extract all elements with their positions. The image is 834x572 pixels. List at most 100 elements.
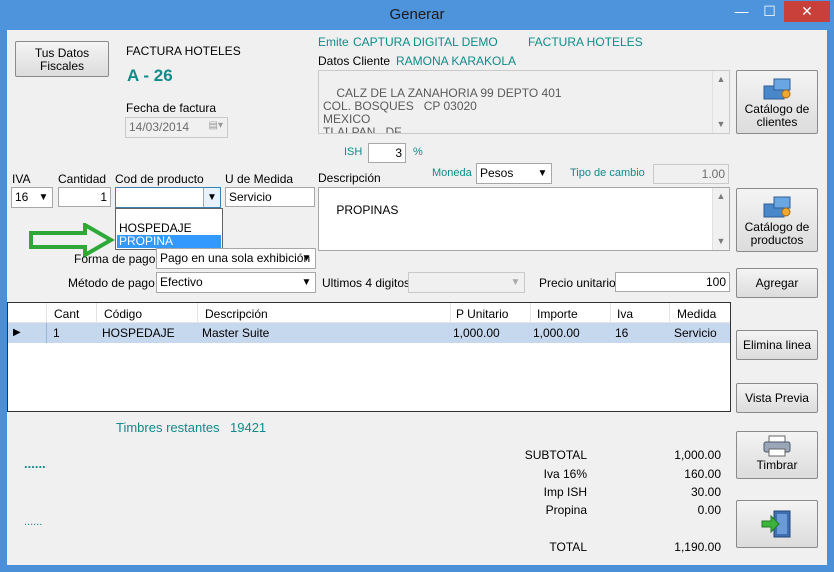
exit-button[interactable] xyxy=(736,500,818,548)
iva-total-label: Iva 16% xyxy=(543,467,587,481)
timbrar-label: Timbrar xyxy=(756,458,798,472)
cliente-nombre: RAMONA KARAKOLA xyxy=(396,54,517,68)
products-catalog-icon xyxy=(763,196,791,218)
clients-catalog-icon xyxy=(763,78,791,100)
tus-datos-fiscales-button[interactable]: Tus Datos Fiscales xyxy=(15,41,109,77)
precio-unitario-input[interactable]: 100 xyxy=(615,272,730,292)
propina-value: 0.00 xyxy=(697,503,721,517)
emite-label: Emite xyxy=(318,35,349,49)
col-descripcion[interactable]: Descripción xyxy=(205,307,268,321)
col-importe[interactable]: Importe xyxy=(537,307,578,321)
cliente-direccion: CALZ DE LA ZANAHORIA 99 DEPTO 401 COL. B… xyxy=(323,86,562,134)
emite-tipo: FACTURA HOTELES xyxy=(528,35,643,49)
cod-producto-dropdown: HOSPEDAJE PROPINA xyxy=(115,208,223,250)
window-title: Generar xyxy=(389,6,445,23)
row-marker-icon: ▶ xyxy=(13,327,21,338)
precio-unitario-label: Precio unitario xyxy=(539,276,616,290)
cliente-direccion-field[interactable]: CALZ DE LA ZANAHORIA 99 DEPTO 401 COL. B… xyxy=(318,70,730,134)
udm-label: U de Medida xyxy=(225,172,294,186)
cell-punitario: 1,000.00 xyxy=(453,326,500,340)
chevron-down-icon: ▼ xyxy=(301,277,312,288)
agregar-button[interactable]: Agregar xyxy=(736,268,818,298)
timbrar-button[interactable]: Timbrar xyxy=(736,431,818,479)
descripcion-field[interactable]: PROPINAS ▲ ▼ xyxy=(318,187,730,251)
catalogo-productos-button[interactable]: Catálogo de productos xyxy=(736,188,818,252)
cod-producto-select[interactable]: ▼ xyxy=(115,187,221,208)
iva-value: 16 xyxy=(15,190,29,204)
metodo-pago-select[interactable]: Efectivo ▼ xyxy=(156,272,316,293)
subtotal-value: 1,000.00 xyxy=(674,448,721,462)
table-row[interactable]: ▶ 1 HOSPEDAJE Master Suite 1,000.00 1,00… xyxy=(8,323,730,343)
chevron-down-icon[interactable]: ▼ xyxy=(203,188,220,207)
forma-pago-label: Forma de pago xyxy=(74,252,156,266)
exit-door-icon xyxy=(761,510,791,538)
chevron-down-icon: ▼ xyxy=(38,192,49,203)
printer-icon xyxy=(763,435,791,457)
cell-iva: 16 xyxy=(615,326,629,340)
cantidad-label: Cantidad xyxy=(58,172,107,186)
timbres-value: 19421 xyxy=(230,420,267,435)
emite-value: CAPTURA DIGITAL DEMO xyxy=(353,35,498,49)
form-body: Tus Datos Fiscales FACTURA HOTELES A - 2… xyxy=(7,30,827,565)
catalogo-clientes-label: Catálogo de clientes xyxy=(744,102,810,129)
col-punitario[interactable]: P Unitario xyxy=(456,307,508,321)
forma-pago-select[interactable]: Pago en una sola exhibición ▼ xyxy=(156,248,316,269)
fecha-field[interactable]: 14/03/2014 ▤▾ xyxy=(125,117,228,138)
vista-previa-button[interactable]: Vista Previa xyxy=(736,383,818,413)
maximize-button[interactable]: ☐ xyxy=(756,1,783,22)
imp-ish-value: 30.00 xyxy=(690,485,721,499)
cantidad-input[interactable]: 1 xyxy=(58,187,111,207)
ultimos4-select[interactable]: ▼ xyxy=(408,272,525,293)
descripcion-scrollbar[interactable]: ▲ ▼ xyxy=(712,188,729,250)
direccion-scrollbar[interactable]: ▲ ▼ xyxy=(712,71,729,133)
total-label: TOTAL xyxy=(549,540,587,554)
col-codigo[interactable]: Código xyxy=(104,307,142,321)
col-iva[interactable]: Iva xyxy=(617,307,633,321)
ish-percent: % xyxy=(413,146,423,158)
propina-label: Propina xyxy=(545,503,587,517)
metodo-pago-value: Efectivo xyxy=(160,275,203,289)
iva-total-value: 160.00 xyxy=(684,467,721,481)
iva-select[interactable]: 16 ▼ xyxy=(11,187,53,208)
total-value: 1,190.00 xyxy=(674,540,721,554)
tipo-cambio-input[interactable]: 1.00 xyxy=(653,164,729,184)
col-medida[interactable]: Medida xyxy=(677,307,716,321)
cell-cant: 1 xyxy=(53,326,60,340)
elimina-linea-button[interactable]: Elimina linea xyxy=(736,330,818,360)
status-dots-2: ...... xyxy=(24,516,43,528)
datos-cliente-label: Datos Cliente xyxy=(318,54,391,68)
cell-importe: 1,000.00 xyxy=(533,326,580,340)
timbres-label: Timbres restantes xyxy=(116,420,220,435)
items-grid[interactable]: Cant Código Descripción P Unitario Impor… xyxy=(7,302,731,412)
moneda-label: Moneda xyxy=(432,167,472,179)
moneda-value: Pesos xyxy=(480,166,514,180)
cell-medida: Servicio xyxy=(674,326,717,340)
udm-input[interactable]: Servicio xyxy=(225,187,315,207)
descripcion-label: Descripción xyxy=(318,171,381,185)
close-button[interactable]: ✕ xyxy=(784,1,830,22)
chevron-down-icon: ▼ xyxy=(301,253,312,264)
chevron-down-icon: ▼ xyxy=(510,277,521,288)
fecha-value: 14/03/2014 xyxy=(129,120,190,134)
metodo-pago-label: Método de pago xyxy=(68,276,155,290)
factura-type-label: FACTURA HOTELES xyxy=(126,44,241,58)
col-cant[interactable]: Cant xyxy=(54,307,79,321)
moneda-select[interactable]: Pesos ▼ xyxy=(476,163,552,184)
ish-input[interactable]: 3 xyxy=(368,143,406,163)
cod-producto-label: Cod de producto xyxy=(115,172,204,186)
subtotal-label: SUBTOTAL xyxy=(524,448,587,462)
minimize-button[interactable]: — xyxy=(728,1,755,22)
imp-ish-label: Imp ISH xyxy=(543,485,587,499)
catalogo-productos-label: Catálogo de productos xyxy=(744,220,810,247)
folio: A - 26 xyxy=(127,66,173,85)
iva-label: IVA xyxy=(12,172,31,186)
status-dots-1: ...... xyxy=(24,456,46,471)
grid-header: Cant Código Descripción P Unitario Impor… xyxy=(8,303,730,323)
fecha-label: Fecha de factura xyxy=(126,101,217,115)
catalogo-clientes-button[interactable]: Catálogo de clientes xyxy=(736,70,818,134)
cell-codigo: HOSPEDAJE xyxy=(102,326,175,340)
ish-label: ISH xyxy=(344,146,363,158)
calendar-dropdown-icon[interactable]: ▤▾ xyxy=(209,120,223,131)
forma-pago-value: Pago en una sola exhibición xyxy=(160,251,311,265)
dropdown-option-propina[interactable]: PROPINA xyxy=(117,235,221,248)
